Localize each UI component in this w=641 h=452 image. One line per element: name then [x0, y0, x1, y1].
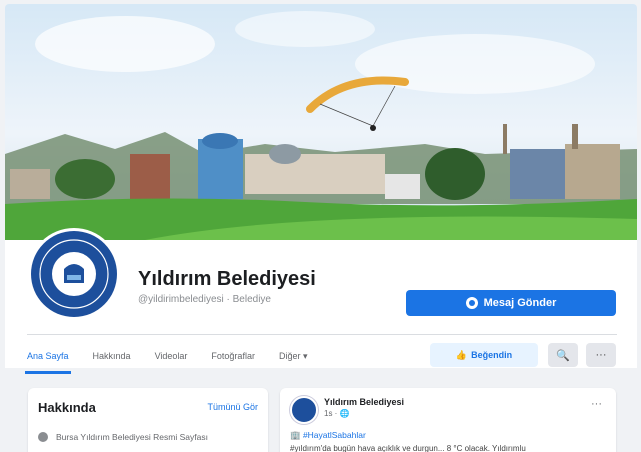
facebook-page: Yıldırım Belediyesi @yildirimbelediyesi … — [0, 0, 641, 452]
tab-photos[interactable]: Fotoğraflar — [211, 338, 255, 374]
municipality-logo — [31, 231, 117, 317]
post-more-icon[interactable]: ··· — [591, 398, 602, 410]
tab-home[interactable]: Ana Sayfa — [25, 338, 71, 374]
send-message-label: Mesaj Gönder — [483, 297, 557, 309]
post-text: #yıldırım'da bugün hava açıklık ve durgu… — [290, 444, 526, 452]
like-button[interactable]: 👍 Beğendin — [430, 343, 538, 367]
post-author-name[interactable]: Yıldırım Belediyesi — [324, 397, 404, 407]
more-icon: ··· — [595, 349, 607, 361]
post-timestamp[interactable]: 1s · 🌐 — [324, 409, 350, 418]
info-icon — [38, 432, 48, 442]
tab-about[interactable]: Hakkında — [93, 338, 131, 374]
messenger-icon — [465, 297, 478, 309]
post-hashtag[interactable]: 🏢 #HayatlSabahlar — [290, 430, 366, 441]
about-description-row: Bursa Yıldırım Belediyesi Resmi Sayfası — [38, 432, 208, 442]
page-handle: @yildirimbelediyesi · Belediye — [138, 294, 271, 305]
cover-illustration — [5, 11, 637, 240]
profile-picture[interactable] — [28, 228, 120, 320]
search-button[interactable]: 🔍 — [548, 343, 578, 367]
about-card: Hakkında Tümünü Gör Bursa Yıldırım Beled… — [28, 388, 268, 452]
about-title: Hakkında — [38, 400, 96, 415]
see-all-link[interactable]: Tümünü Gör — [207, 402, 258, 412]
cover-photo[interactable] — [5, 4, 637, 240]
post-author-avatar[interactable] — [290, 396, 318, 424]
post-card: Yıldırım Belediyesi 1s · 🌐 ··· 🏢 #Hayatl… — [280, 388, 616, 452]
search-icon: 🔍 — [556, 349, 570, 362]
page-title: Yıldırım Belediyesi — [138, 268, 316, 290]
about-description: Bursa Yıldırım Belediyesi Resmi Sayfası — [56, 432, 208, 442]
page-tabs: Ana Sayfa Hakkında Videolar Fotoğraflar … — [25, 338, 331, 374]
tab-videos[interactable]: Videolar — [155, 338, 188, 374]
send-message-button[interactable]: Mesaj Gönder — [406, 290, 616, 316]
thumbs-up-icon: 👍 — [455, 349, 468, 360]
like-label: Beğendin — [471, 350, 513, 360]
more-options-button[interactable]: ··· — [586, 343, 616, 367]
tab-more[interactable]: Diğer ▾ — [279, 338, 308, 374]
header-divider — [27, 334, 617, 335]
